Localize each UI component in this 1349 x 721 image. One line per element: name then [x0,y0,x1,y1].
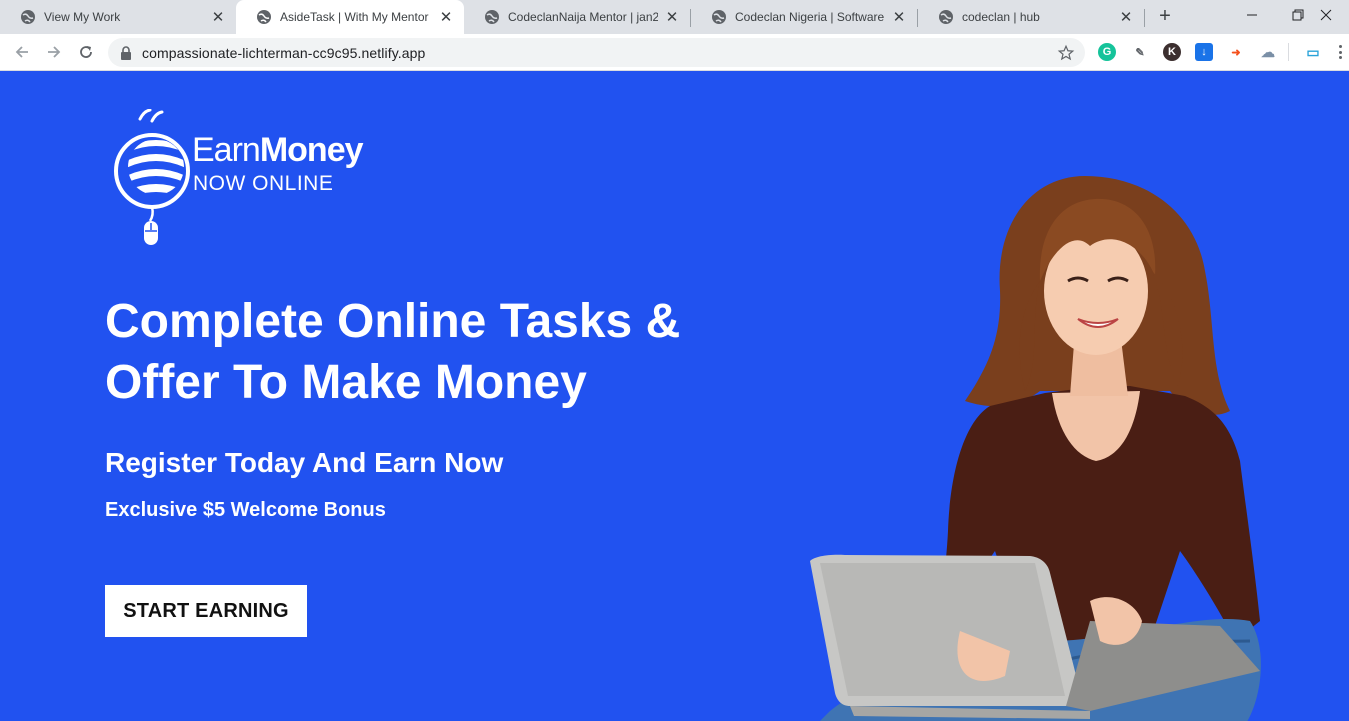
address-bar[interactable]: compassionate-lichterman-cc9c95.netlify.… [108,38,1085,67]
woman-with-laptop-image [810,176,1261,721]
toolbar-divider [1288,43,1289,61]
tab-codeclannaija-mentor[interactable]: CodeclanNaija Mentor | jan202 ✕ [464,0,690,34]
tab-title: CodeclanNaija Mentor | jan202 [508,10,658,24]
reload-icon [80,46,92,58]
globe-icon [20,9,36,25]
window-resizer-icon[interactable]: ▭ [1302,43,1324,61]
forward-arrow-icon [48,46,61,58]
start-earning-button[interactable]: START EARNING [105,585,307,637]
globe-icon [256,9,272,25]
color-picker-icon[interactable]: ✎ [1131,43,1149,61]
logo-money-text: Money [259,131,364,169]
close-icon[interactable]: ✕ [664,9,680,25]
tab-codeclan-nigeria[interactable]: Codeclan Nigeria | Software de ✕ [691,0,917,34]
download-icon[interactable]: ↓ [1195,43,1213,61]
cloud-upload-icon[interactable]: ☁ [1259,43,1277,61]
new-tab-button[interactable]: + [1155,6,1175,26]
tab-title: Codeclan Nigeria | Software de [735,10,885,24]
back-arrow-icon [15,46,28,58]
site-logo[interactable]: EarnMoney NOW ONLINE [112,109,382,249]
browser-menu-button[interactable] [1335,43,1345,61]
tab-title: View My Work [44,10,121,24]
welcome-bonus-text: Exclusive $5 Welcome Bonus [105,499,386,521]
lock-icon [121,45,131,60]
window-close-button[interactable] [1303,0,1349,30]
back-button[interactable] [10,40,34,64]
hero-subheadline: Register Today And Earn Now [105,447,504,478]
close-icon[interactable]: ✕ [210,9,226,25]
tab-view-my-work[interactable]: View My Work ✕ [0,0,236,34]
tab-codeclan-hub[interactable]: codeclan | hub ✕ [918,0,1144,34]
logo-wordmark: EarnMoney [192,131,364,170]
tab-separator [1144,9,1145,27]
bookmark-star-icon[interactable] [1057,44,1075,62]
globe-mouse-logo-icon [114,109,190,245]
reload-button[interactable] [74,40,98,64]
logo-tagline: NOW ONLINE [193,172,334,195]
close-icon[interactable]: ✕ [438,9,454,25]
hero-headline: Complete Online Tasks & Offer To Make Mo… [105,295,681,409]
tab-asidetask[interactable]: AsideTask | With My Mentor ✕ [236,0,464,34]
globe-icon [711,9,727,25]
grammarly-icon[interactable]: G [1098,43,1116,61]
close-icon[interactable]: ✕ [891,9,907,25]
tab-title: codeclan | hub [962,10,1040,24]
forward-button[interactable] [42,40,66,64]
logo-earn-text: Earn [192,131,261,169]
tab-strip: View My Work ✕ AsideTask | With My Mento… [0,0,1349,34]
browser-toolbar: compassionate-lichterman-cc9c95.netlify.… [0,34,1349,71]
minimize-button[interactable] [1229,0,1275,30]
globe-icon [938,9,954,25]
landing-page: EarnMoney NOW ONLINE Complete Online Tas… [0,71,1349,721]
minimize-icon [1247,14,1257,16]
close-icon[interactable]: ✕ [1118,9,1134,25]
tab-title: AsideTask | With My Mentor [280,10,429,24]
orange-extension-icon[interactable]: ➜ [1227,43,1245,61]
globe-icon [484,9,500,25]
plus-icon: + [1159,5,1171,27]
close-icon [1320,9,1332,21]
url-text: compassionate-lichterman-cc9c95.netlify.… [142,44,426,61]
k-extension-icon[interactable]: K [1163,43,1181,61]
